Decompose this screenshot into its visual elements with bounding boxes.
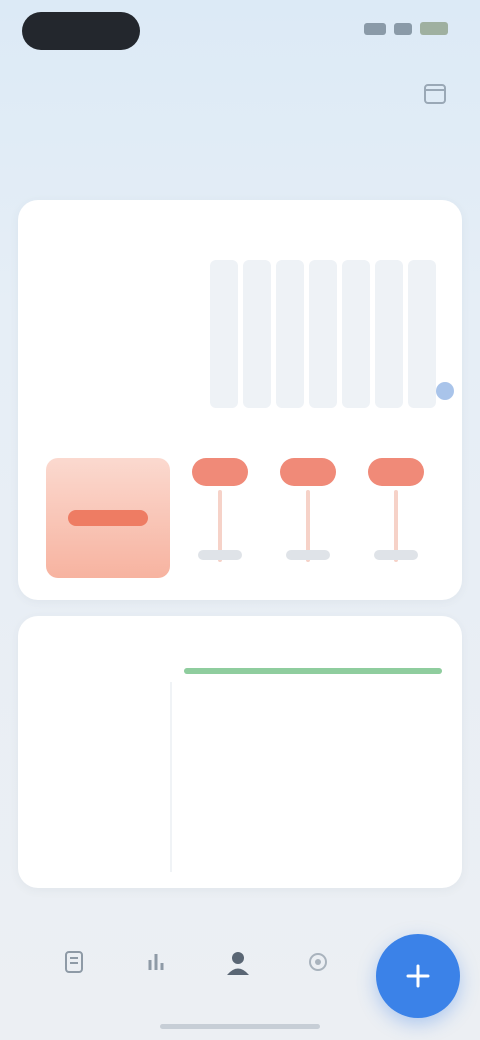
wifi-icon [394,22,412,35]
battery-icon [420,22,448,35]
nav-item-person[interactable] [216,948,260,1008]
status-bar [0,0,480,64]
week-chart [198,260,448,420]
person-icon [223,948,253,978]
medication-name [198,550,242,560]
progress-fill [184,668,442,674]
week-day-column[interactable] [309,260,337,408]
medication-name [286,550,330,560]
week-day-column[interactable] [408,260,436,408]
plus-icon [406,964,430,988]
week-day-column[interactable] [375,260,403,408]
progress-plot-area [170,682,448,872]
bottom-nav [0,920,480,1040]
pill-icon [192,458,248,486]
week-day-column[interactable] [342,260,370,408]
medication-name [374,550,418,560]
week-day-column[interactable] [243,260,271,408]
chart-icon [142,948,170,976]
pill-icon [280,458,336,486]
nav-item-settings[interactable] [296,948,340,1008]
week-day-column[interactable] [276,260,304,408]
add-button[interactable] [376,934,460,1018]
pill-icon [368,458,424,486]
medication-item[interactable] [184,458,256,578]
today-indicator[interactable] [436,382,454,400]
nav-item-list[interactable] [52,948,96,1008]
calendar-icon[interactable] [418,76,452,110]
medication-item[interactable] [360,458,432,578]
medication-item[interactable] [272,458,344,578]
status-icons [364,22,448,35]
tab-bar [0,124,480,164]
signal-icon [364,22,386,35]
nav-item-chart[interactable] [134,948,178,1008]
home-indicator [160,1024,320,1029]
progress-bar [184,668,442,674]
highlight-pill-icon [68,510,148,526]
progress-card[interactable] [18,616,462,888]
header [0,66,480,116]
list-icon [60,948,88,976]
overview-card[interactable] [18,200,462,600]
week-day-column[interactable] [210,260,238,408]
settings-icon [304,948,332,976]
medication-highlight[interactable] [46,458,170,578]
status-time [22,12,140,50]
